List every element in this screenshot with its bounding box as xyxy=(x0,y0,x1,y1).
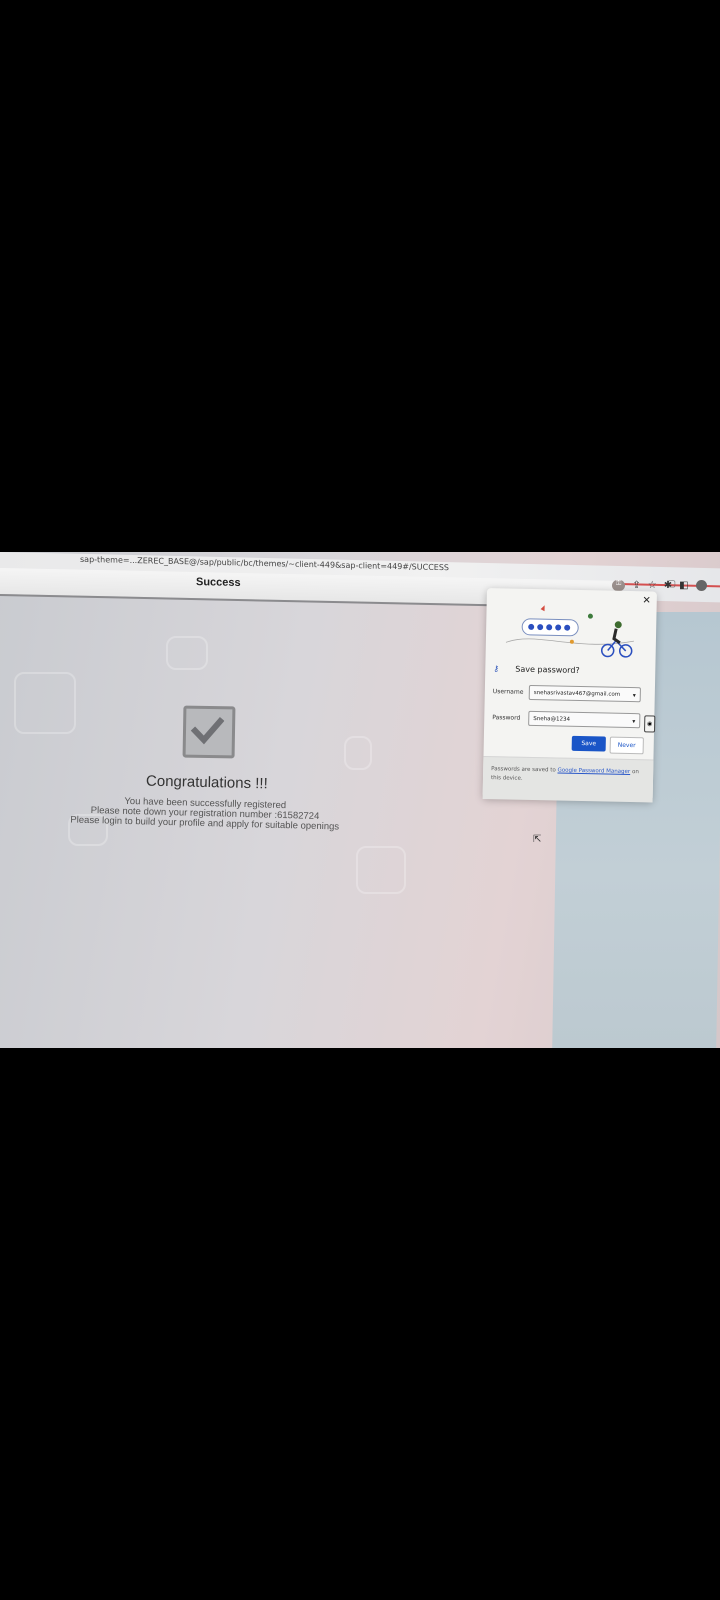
popup-heading: Save password? xyxy=(515,664,580,675)
profile-icon[interactable] xyxy=(695,580,707,591)
star-icon[interactable]: ☆ xyxy=(648,580,657,591)
eye-icon[interactable]: ◉ xyxy=(644,715,656,733)
checkmark-icon xyxy=(190,716,225,745)
username-value: snehasrivastav467@gmail.com xyxy=(533,690,621,698)
sidepanel-icon[interactable]: ◧ xyxy=(679,580,688,591)
key-icon[interactable]: ⚿ xyxy=(612,580,626,591)
browser-toolbar: ⚿ ⇪ ☆ ✱ ◧ xyxy=(612,580,707,591)
cursor-icon: ⇱ xyxy=(533,834,542,845)
password-value: Sneha@1234 xyxy=(533,715,571,723)
username-label: Username xyxy=(492,688,524,696)
username-field[interactable]: snehasrivastav467@gmail.com ▾ xyxy=(528,684,641,703)
extensions-icon[interactable]: ✱ xyxy=(664,580,672,591)
password-label: Password xyxy=(492,714,521,722)
chevron-down-icon[interactable]: ▾ xyxy=(632,714,635,729)
close-icon[interactable]: ✕ xyxy=(642,595,651,606)
password-illustration xyxy=(505,605,634,658)
password-field[interactable]: Sneha@1234 ▾ xyxy=(528,710,641,729)
share-icon[interactable]: ⇪ xyxy=(632,580,640,591)
url-text[interactable]: sap-theme=...ZEREC_BASE@/sap/public/bc/t… xyxy=(80,555,449,572)
never-button[interactable]: Never xyxy=(609,736,644,755)
popup-footer: Passwords are saved to Google Password M… xyxy=(482,755,654,803)
save-password-popup: ✕ ⚷ Save password? Username snehasrivast… xyxy=(482,588,657,803)
chevron-down-icon[interactable]: ▾ xyxy=(633,688,636,703)
bg-card-shape xyxy=(356,846,406,894)
bg-square-shape xyxy=(344,736,372,770)
password-manager-link[interactable]: Google Password Manager xyxy=(557,768,630,776)
save-button[interactable]: Save xyxy=(571,735,606,752)
success-check-box xyxy=(182,705,236,759)
page-title: Success xyxy=(196,576,241,590)
key-icon: ⚷ xyxy=(493,664,500,674)
footer-text: Passwords are saved to Google Password M… xyxy=(490,766,639,782)
bg-chat-shape xyxy=(166,636,208,670)
congrats-heading: Congratulations !!! xyxy=(145,772,268,793)
photo-of-screen: sap-theme=...ZEREC_BASE@/sap/public/bc/t… xyxy=(0,552,720,1048)
bg-doc-shape xyxy=(14,672,76,734)
